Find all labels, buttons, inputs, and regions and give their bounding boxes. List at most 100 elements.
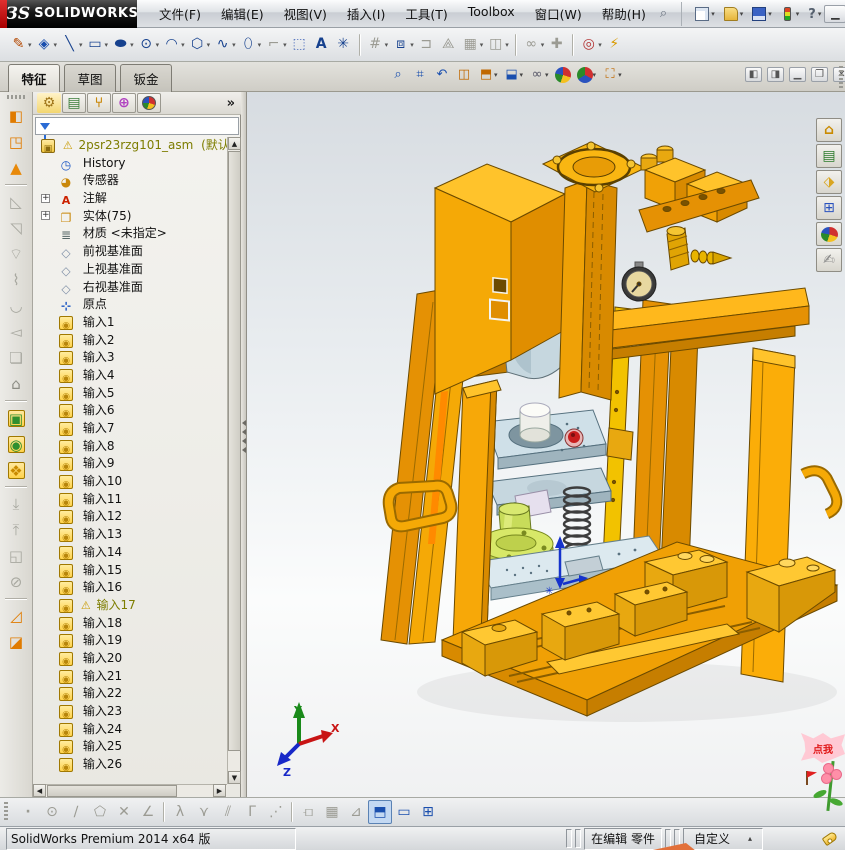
arc-tool[interactable]: ◠ ▾ <box>161 32 187 58</box>
tree-item[interactable]: 右视基准面 <box>33 279 227 297</box>
rip-tool[interactable]: ◿ <box>4 604 28 628</box>
filter-input[interactable] <box>54 119 238 133</box>
hide-show-items-button[interactable]: ∞ ▾ <box>527 65 551 85</box>
move-entities-tool[interactable]: ◫ ▾ <box>485 32 511 58</box>
menu-item[interactable]: 帮助(H) <box>592 0 656 27</box>
restore-document-button[interactable]: ❐ <box>811 67 828 82</box>
graphics-viewport[interactable]: ✳ Y X Z <box>247 92 845 797</box>
configurationmanager-tab[interactable]: ⑂ <box>87 93 111 113</box>
convert-to-sheetmetal-tool[interactable]: ◳ <box>4 130 28 154</box>
open-file-button[interactable]: ▾ <box>721 5 747 23</box>
file-explorer-tab[interactable]: ⬗ <box>816 170 842 194</box>
sketch-fillet-tool[interactable]: ⌐ ▾ <box>263 32 289 58</box>
panel-overflow-button[interactable]: » <box>227 96 235 111</box>
lofted-bend-tool[interactable]: ▲ <box>4 156 28 180</box>
parallel-snap[interactable]: ⫽ <box>216 800 240 824</box>
line-snap[interactable]: ∕ <box>64 800 88 824</box>
command-tab[interactable]: 特征 <box>8 64 60 93</box>
ellipse-tool[interactable]: ⬯ ▾ <box>238 32 264 58</box>
tree-item[interactable]: History <box>33 155 227 173</box>
tag-icon[interactable] <box>821 830 839 847</box>
tree-item[interactable]: 输入16 <box>33 579 227 597</box>
tree-item[interactable]: 输入3 <box>33 349 227 367</box>
insert-bends-tool[interactable]: ◪ <box>4 630 28 654</box>
center-snap[interactable]: ⊙ <box>40 800 64 824</box>
expand-toggle[interactable] <box>41 193 50 203</box>
offset-entities-tool[interactable]: ⊐ <box>416 32 438 58</box>
angle-snap[interactable]: ∠ <box>136 800 160 824</box>
equation-tool[interactable]: ✳ <box>333 32 355 58</box>
custom-properties-tab[interactable]: ✍ <box>816 248 842 272</box>
vent-tool[interactable]: ❖ <box>4 458 28 482</box>
hem-tool[interactable]: ◡ <box>4 294 28 318</box>
tree-item[interactable]: 输入15 <box>33 562 227 580</box>
tree-item[interactable]: 输入4 <box>33 367 227 385</box>
home-tab[interactable]: ⌂ <box>816 118 842 142</box>
tree-item[interactable]: 输入7 <box>33 420 227 438</box>
forming-tool-lock[interactable]: ⌂ <box>4 372 28 396</box>
menu-item[interactable]: 工具(T) <box>395 0 457 27</box>
appearances-tab[interactable] <box>816 222 842 246</box>
tree-item[interactable]: 输入6 <box>33 402 227 420</box>
previous-view-button[interactable]: ↶ <box>432 65 452 85</box>
flower-ad-overlay[interactable]: 点我 <box>799 733 845 813</box>
featuremanager-tab[interactable]: ⚙ <box>37 93 61 113</box>
fold-tool[interactable]: ⤒ <box>4 518 28 542</box>
expand-toggle[interactable] <box>41 211 50 221</box>
tree-item[interactable]: 输入19 <box>33 632 227 650</box>
help-button[interactable]: ? ▾ <box>805 5 824 23</box>
apply-scene-button[interactable]: ▾ <box>575 65 599 85</box>
section-view-button[interactable]: ◫ <box>454 65 474 85</box>
menu-item[interactable]: 窗口(W) <box>525 0 592 27</box>
scroll-down-button[interactable]: ▼ <box>228 771 241 784</box>
pane-split-right-button[interactable]: ◨ <box>767 67 784 82</box>
pane-split-left-button[interactable]: ◧ <box>745 67 762 82</box>
corner-relief-tool[interactable]: ❏ <box>4 346 28 370</box>
horizontal-scroll-thumb[interactable] <box>47 785 177 797</box>
mirror-entities-tool[interactable]: ⟁ <box>438 32 460 58</box>
polygon-snap[interactable]: ⬠ <box>88 800 112 824</box>
tree-item[interactable]: 输入18 <box>33 615 227 633</box>
tree-item[interactable]: 输入8 <box>33 438 227 456</box>
tree-item[interactable]: 输入12 <box>33 508 227 526</box>
toolbar-drag-handle[interactable] <box>839 66 843 88</box>
tree-item[interactable]: 上视基准面 <box>33 261 227 279</box>
slot-tool[interactable]: ⬬ ▾ <box>110 32 136 58</box>
tree-item[interactable]: 原点 <box>33 296 227 314</box>
dimxpertmanager-tab[interactable]: ⊕ <box>112 93 136 113</box>
tree-item[interactable]: 输入10 <box>33 473 227 491</box>
display-relations-tool[interactable]: ∞ ▾ <box>521 32 547 58</box>
tree-item[interactable]: 实体(75) <box>33 208 227 226</box>
tree-item[interactable]: 前视基准面 <box>33 243 227 261</box>
rectangle-tool[interactable]: ▭ ▾ <box>85 32 111 58</box>
smart-dimension-tool[interactable]: ◈ ▾ <box>34 32 60 58</box>
edit-appearance-button[interactable] <box>553 65 573 85</box>
tree-item[interactable]: 输入1 <box>33 314 227 332</box>
tree-item[interactable]: 输入22 <box>33 685 227 703</box>
viewport-layout-button[interactable]: ⊞ <box>416 800 440 824</box>
tree-vertical-scrollbar[interactable]: ▲ ▼ <box>227 137 241 784</box>
repair-sketch-tool[interactable]: ✚ <box>546 32 568 58</box>
toolbar-drag-handle[interactable] <box>4 802 8 822</box>
click-me-bubble[interactable]: 点我 <box>801 733 845 763</box>
convert-sketch-tool[interactable]: ⬚ <box>289 32 311 58</box>
tree-item[interactable]: 输入24 <box>33 721 227 739</box>
unfold-tool[interactable]: ⤓ <box>4 492 28 516</box>
tangent-snap[interactable]: λ <box>168 800 192 824</box>
text-tool[interactable]: A <box>311 32 333 58</box>
intersection-snap[interactable]: ✕ <box>112 800 136 824</box>
length-snap[interactable]: ⟤ <box>296 800 320 824</box>
no-bends-tool[interactable]: ⊘ <box>4 570 28 594</box>
command-tab[interactable]: 钣金 <box>120 64 172 93</box>
view-orientation-button[interactable]: ⬒ ▾ <box>476 65 500 85</box>
rapid-sketch-tool[interactable]: ⚡ <box>604 32 626 58</box>
display-style-button[interactable]: ⬓ ▾ <box>502 65 526 85</box>
single-viewport-button[interactable]: ▭ <box>392 800 416 824</box>
scroll-left-button[interactable]: ◀ <box>33 784 46 797</box>
tree-item[interactable]: 输入9 <box>33 455 227 473</box>
view-settings-button[interactable]: ⛶ ▾ <box>600 65 624 85</box>
scroll-up-button[interactable]: ▲ <box>228 137 241 150</box>
point-snap[interactable]: · <box>16 800 40 824</box>
tree-item[interactable]: 输入23 <box>33 703 227 721</box>
menu-item[interactable]: Toolbox <box>458 0 525 27</box>
